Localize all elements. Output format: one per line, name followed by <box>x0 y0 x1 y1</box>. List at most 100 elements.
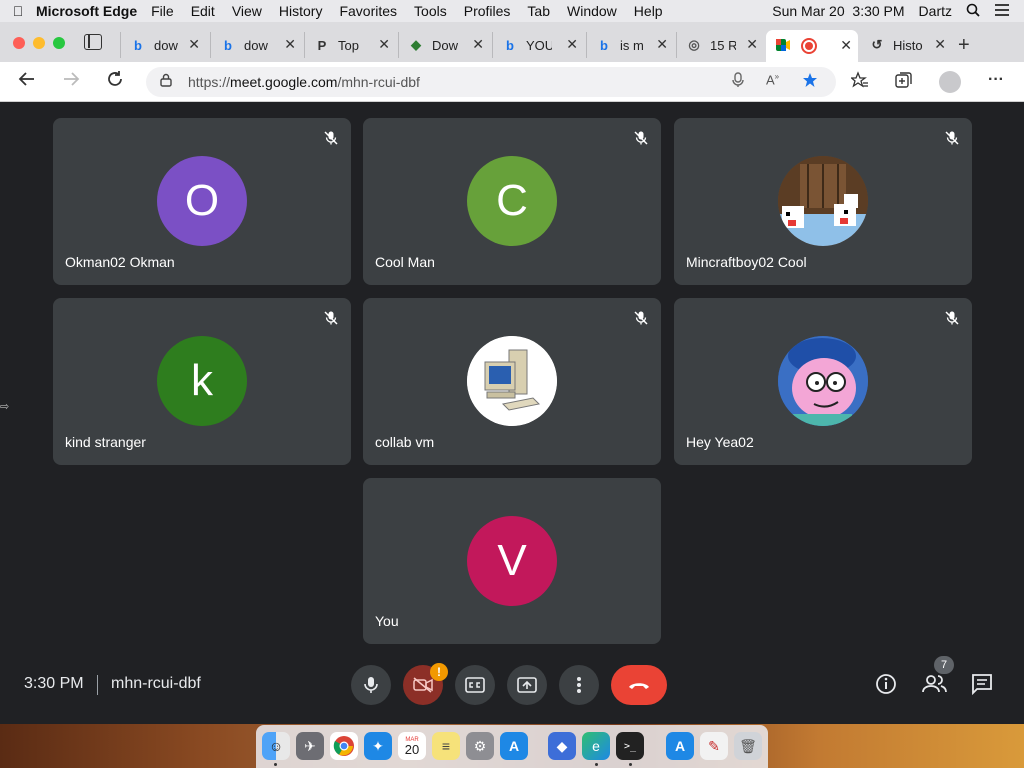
calendar-icon[interactable]: MAR 20 <box>398 732 426 760</box>
browser-tab[interactable]: b YOU ✕ <box>492 32 584 58</box>
trash-icon[interactable]: 🗑 <box>734 732 762 760</box>
app-store-download-icon[interactable]: A <box>666 732 694 760</box>
favorites-icon[interactable] <box>849 71 869 94</box>
app-menu[interactable]: Microsoft Edge <box>36 3 137 19</box>
system-preferences-icon[interactable]: ⚙ <box>466 732 494 760</box>
menubar-user[interactable]: Dartz <box>919 3 952 19</box>
info-icon <box>876 674 896 694</box>
history-icon: ↺ <box>871 37 883 52</box>
notes-icon[interactable]: ≡ <box>432 732 460 760</box>
lock-icon[interactable] <box>160 73 172 90</box>
browser-tab[interactable]: ↺ Histo ✕ <box>860 32 952 58</box>
mac-menu-bar:  Microsoft Edge File Edit View History … <box>0 0 1024 22</box>
browser-tab-active[interactable]: ✕ <box>766 30 858 62</box>
close-window-button[interactable] <box>13 37 25 49</box>
document-icon[interactable]: ✎ <box>700 732 728 760</box>
chrome-icon[interactable] <box>330 732 358 760</box>
safari-icon[interactable]: ✦ <box>364 732 392 760</box>
more-vertical-icon <box>577 677 581 693</box>
control-center-icon[interactable] <box>994 3 1010 20</box>
close-tab-icon[interactable]: ✕ <box>566 36 578 53</box>
participant-tile[interactable]: C Cool Man <box>363 118 661 285</box>
apple-icon[interactable]:  <box>0 3 36 19</box>
menu-tab[interactable]: Tab <box>527 3 550 19</box>
read-aloud-icon[interactable]: A» <box>766 72 779 87</box>
close-tab-icon[interactable]: ✕ <box>934 36 946 53</box>
chat-button[interactable] <box>970 672 996 698</box>
participant-name: Cool Man <box>375 254 435 270</box>
running-indicator <box>629 763 632 766</box>
address-bar[interactable]: https://meet.google.com/mhn-rcui-dbf A» <box>146 67 836 97</box>
browser-tab[interactable]: ◆ Dow ✕ <box>398 32 490 58</box>
present-screen-button[interactable] <box>507 665 547 705</box>
minimize-window-button[interactable] <box>33 37 45 49</box>
meet-controls-bar: 3:30 PM mhn-rcui-dbf ! 7 <box>0 656 1024 710</box>
more-options-icon[interactable]: ··· <box>988 71 1004 89</box>
menu-favorites[interactable]: Favorites <box>339 3 397 19</box>
browser-tab[interactable]: P Top ✕ <box>304 32 396 58</box>
collections-icon[interactable] <box>895 71 913 94</box>
macos-dock: ☺ ✈ ✦ MAR 20 ≡ ⚙ A ◆ e >_ A ✎ 🗑 <box>256 725 768 768</box>
profile-avatar-icon[interactable] <box>939 71 961 93</box>
mic-off-icon <box>633 130 649 146</box>
computer-avatar-image <box>467 336 557 426</box>
spotlight-search-icon[interactable] <box>966 3 980 20</box>
close-tab-icon[interactable]: ✕ <box>284 36 296 53</box>
close-tab-icon[interactable]: ✕ <box>656 36 668 53</box>
menu-window[interactable]: Window <box>567 3 617 19</box>
close-tab-icon[interactable]: ✕ <box>840 37 852 54</box>
participant-tile[interactable]: Mincraftboy02 Cool <box>674 118 972 285</box>
terminal-icon[interactable]: >_ <box>616 732 644 760</box>
close-tab-icon[interactable]: ✕ <box>746 36 758 53</box>
menu-view[interactable]: View <box>232 3 262 19</box>
divider <box>97 675 98 695</box>
url-host: meet.google.com <box>230 74 338 90</box>
refresh-icon[interactable] <box>106 70 124 93</box>
participant-tile[interactable]: k kind stranger <box>53 298 351 465</box>
edge-icon[interactable]: e <box>582 732 610 760</box>
participant-tile[interactable]: collab vm <box>363 298 661 465</box>
close-tab-icon[interactable]: ✕ <box>188 36 200 53</box>
app-store-icon[interactable]: A <box>500 732 528 760</box>
browser-tab[interactable]: b dow ✕ <box>210 32 302 58</box>
menu-file[interactable]: File <box>151 3 174 19</box>
browser-toolbar: https://meet.google.com/mhn-rcui-dbf A» … <box>0 62 1024 102</box>
browser-tab[interactable]: ◎ 15 R ✕ <box>676 32 764 58</box>
menu-edit[interactable]: Edit <box>191 3 215 19</box>
self-tile[interactable]: V You <box>363 478 661 644</box>
url-text[interactable]: https://meet.google.com/mhn-rcui-dbf <box>188 74 420 90</box>
forward-arrow-icon[interactable] <box>62 70 80 93</box>
cartoon-avatar-image <box>778 336 868 426</box>
participant-name: kind stranger <box>65 434 146 450</box>
back-arrow-icon[interactable] <box>18 70 36 93</box>
leave-call-button[interactable] <box>611 665 667 705</box>
more-options-button[interactable] <box>559 665 599 705</box>
zoom-window-button[interactable] <box>53 37 65 49</box>
launchpad-icon[interactable]: ✈ <box>296 732 324 760</box>
browser-tab[interactable]: b dow ✕ <box>120 32 206 58</box>
menubar-clock[interactable]: Sun Mar 20 3:30 PM <box>772 3 904 19</box>
menu-tools[interactable]: Tools <box>414 3 447 19</box>
participant-tile[interactable]: O Okman02 Okman <box>53 118 351 285</box>
menu-help[interactable]: Help <box>634 3 663 19</box>
menu-profiles[interactable]: Profiles <box>464 3 511 19</box>
bing-icon: b <box>134 37 142 53</box>
close-tab-icon[interactable]: ✕ <box>472 36 484 53</box>
finder-icon[interactable]: ☺ <box>262 732 290 760</box>
browser-tab[interactable]: b is m ✕ <box>586 32 674 58</box>
close-tab-icon[interactable]: ✕ <box>378 36 390 53</box>
microphone-site-icon[interactable] <box>732 72 744 92</box>
tab-actions-icon[interactable] <box>84 34 102 50</box>
collapse-arrow-icon[interactable]: ⇨ <box>0 400 9 413</box>
people-button[interactable] <box>922 672 948 698</box>
xcode-icon[interactable]: ◆ <box>548 732 576 760</box>
site-icon: ◎ <box>688 37 700 52</box>
microphone-button[interactable] <box>351 665 391 705</box>
google-meet-icon <box>776 38 790 54</box>
menu-history[interactable]: History <box>279 3 323 19</box>
captions-button[interactable] <box>455 665 495 705</box>
new-tab-icon[interactable]: + <box>958 34 970 57</box>
meeting-details-button[interactable] <box>874 672 900 698</box>
participant-tile[interactable]: Hey Yea02 <box>674 298 972 465</box>
favorite-star-icon[interactable] <box>802 72 818 92</box>
